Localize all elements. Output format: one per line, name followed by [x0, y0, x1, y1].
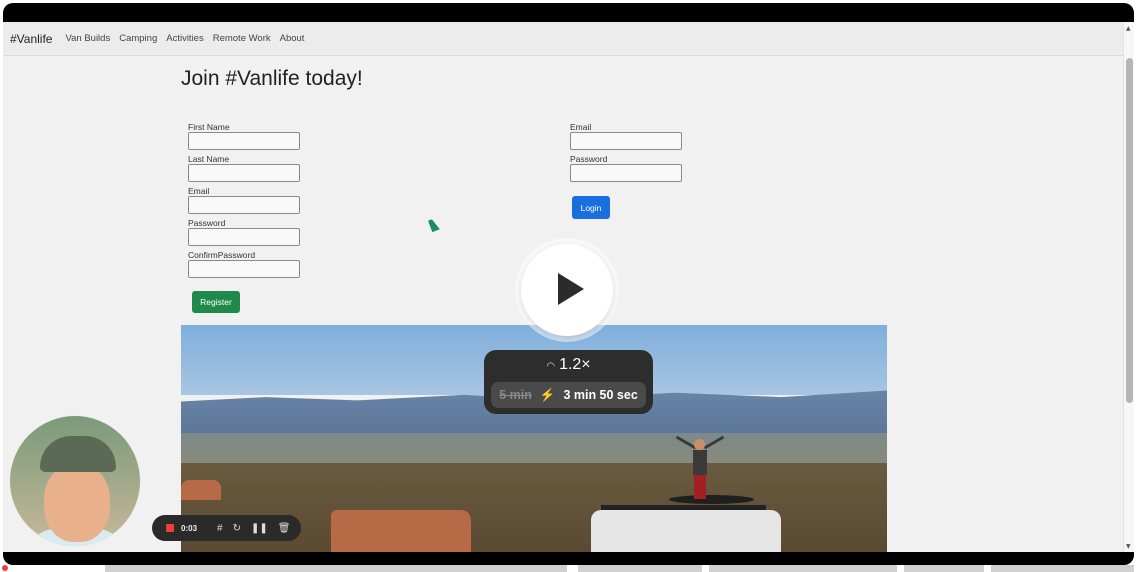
login-email-field: Email [570, 122, 682, 154]
confirm-password-label: ConfirmPassword [188, 250, 256, 260]
grid-icon[interactable]: # [217, 523, 223, 534]
recording-timer: 0:03 [181, 523, 198, 533]
page-title: Join #Vanlife today! [181, 67, 363, 90]
register-password-input[interactable] [188, 228, 300, 246]
taskbar-segment [105, 565, 567, 572]
register-email-field: Email [188, 186, 300, 218]
duration-row: 5 min ⚡ 3 min 50 sec [491, 382, 646, 408]
taskbar-segment [904, 565, 984, 572]
browser-viewport: #Vanlife Van Builds Camping Activities R… [3, 22, 1134, 552]
photo-rock [331, 510, 471, 552]
last-name-label: Last Name [188, 154, 230, 164]
first-name-label: First Name [188, 122, 230, 132]
nav-link-camping[interactable]: Camping [119, 33, 157, 44]
photo-van [591, 510, 781, 552]
scrollbar-thumb[interactable] [1126, 58, 1133, 403]
speed-value: 1.2× [559, 356, 591, 373]
register-email-label: Email [188, 186, 210, 196]
photo-person-body [693, 450, 707, 475]
nav-link-remote-work[interactable]: Remote Work [213, 33, 271, 44]
login-email-label: Email [570, 122, 592, 132]
recording-toolbar: 0:03 # ↻ ❚❚ 🗑 [152, 515, 301, 541]
photo-person-head [694, 439, 705, 450]
confirm-password-input[interactable] [188, 260, 300, 278]
avatar-cap [40, 436, 116, 472]
register-password-field: Password [188, 218, 300, 250]
speed-row: ◠ 1.2× [484, 356, 653, 374]
last-name-field: Last Name [188, 154, 300, 186]
scroll-down-icon[interactable]: ▼ [1126, 543, 1131, 550]
register-button[interactable]: Register [192, 291, 240, 313]
video-frame: #Vanlife Van Builds Camping Activities R… [3, 3, 1134, 565]
register-form: First Name Last Name Email Password Conf… [188, 122, 300, 282]
scroll-up-icon[interactable]: ▲ [1126, 25, 1131, 32]
play-icon [558, 273, 584, 305]
new-duration: 3 min 50 sec [563, 388, 638, 402]
gauge-icon: ◠ [546, 361, 556, 372]
taskbar-segment [709, 565, 897, 572]
playback-speed-panel: ◠ 1.2× 5 min ⚡ 3 min 50 sec [484, 350, 653, 414]
taskbar-segment [991, 565, 1134, 572]
confirm-password-field: ConfirmPassword [188, 250, 300, 282]
restart-icon[interactable]: ↻ [233, 523, 241, 534]
login-form: Email Password [570, 122, 682, 186]
last-name-input[interactable] [188, 164, 300, 182]
lightning-icon: ⚡ [539, 387, 556, 402]
register-email-input[interactable] [188, 196, 300, 214]
navbar: #Vanlife Van Builds Camping Activities R… [3, 22, 1123, 56]
play-button[interactable] [521, 244, 613, 336]
trash-icon[interactable]: 🗑 [278, 523, 291, 534]
taskbar-segment [578, 565, 702, 572]
nav-link-activities[interactable]: Activities [166, 33, 203, 44]
login-password-input[interactable] [570, 164, 682, 182]
login-button[interactable]: Login [572, 196, 610, 219]
avatar-face [44, 464, 110, 542]
page-scrollbar[interactable]: ▲ ▼ [1123, 22, 1134, 552]
brand-link[interactable]: #Vanlife [10, 32, 52, 46]
login-password-label: Password [570, 154, 608, 164]
photo-rock [181, 480, 221, 500]
record-indicator-icon [2, 565, 8, 571]
webcam-avatar [9, 415, 141, 547]
login-password-field: Password [570, 154, 682, 186]
stop-record-icon[interactable] [166, 524, 174, 532]
photo-surfboard [669, 495, 754, 504]
mouse-cursor-icon [428, 217, 440, 233]
photo-person-legs [694, 475, 706, 499]
first-name-field: First Name [188, 122, 300, 154]
nav-link-van-builds[interactable]: Van Builds [65, 33, 110, 44]
original-duration: 5 min [499, 388, 532, 402]
login-email-input[interactable] [570, 132, 682, 150]
pause-icon[interactable]: ❚❚ [251, 523, 268, 534]
register-password-label: Password [188, 218, 226, 228]
nav-link-about[interactable]: About [280, 33, 305, 44]
first-name-input[interactable] [188, 132, 300, 150]
